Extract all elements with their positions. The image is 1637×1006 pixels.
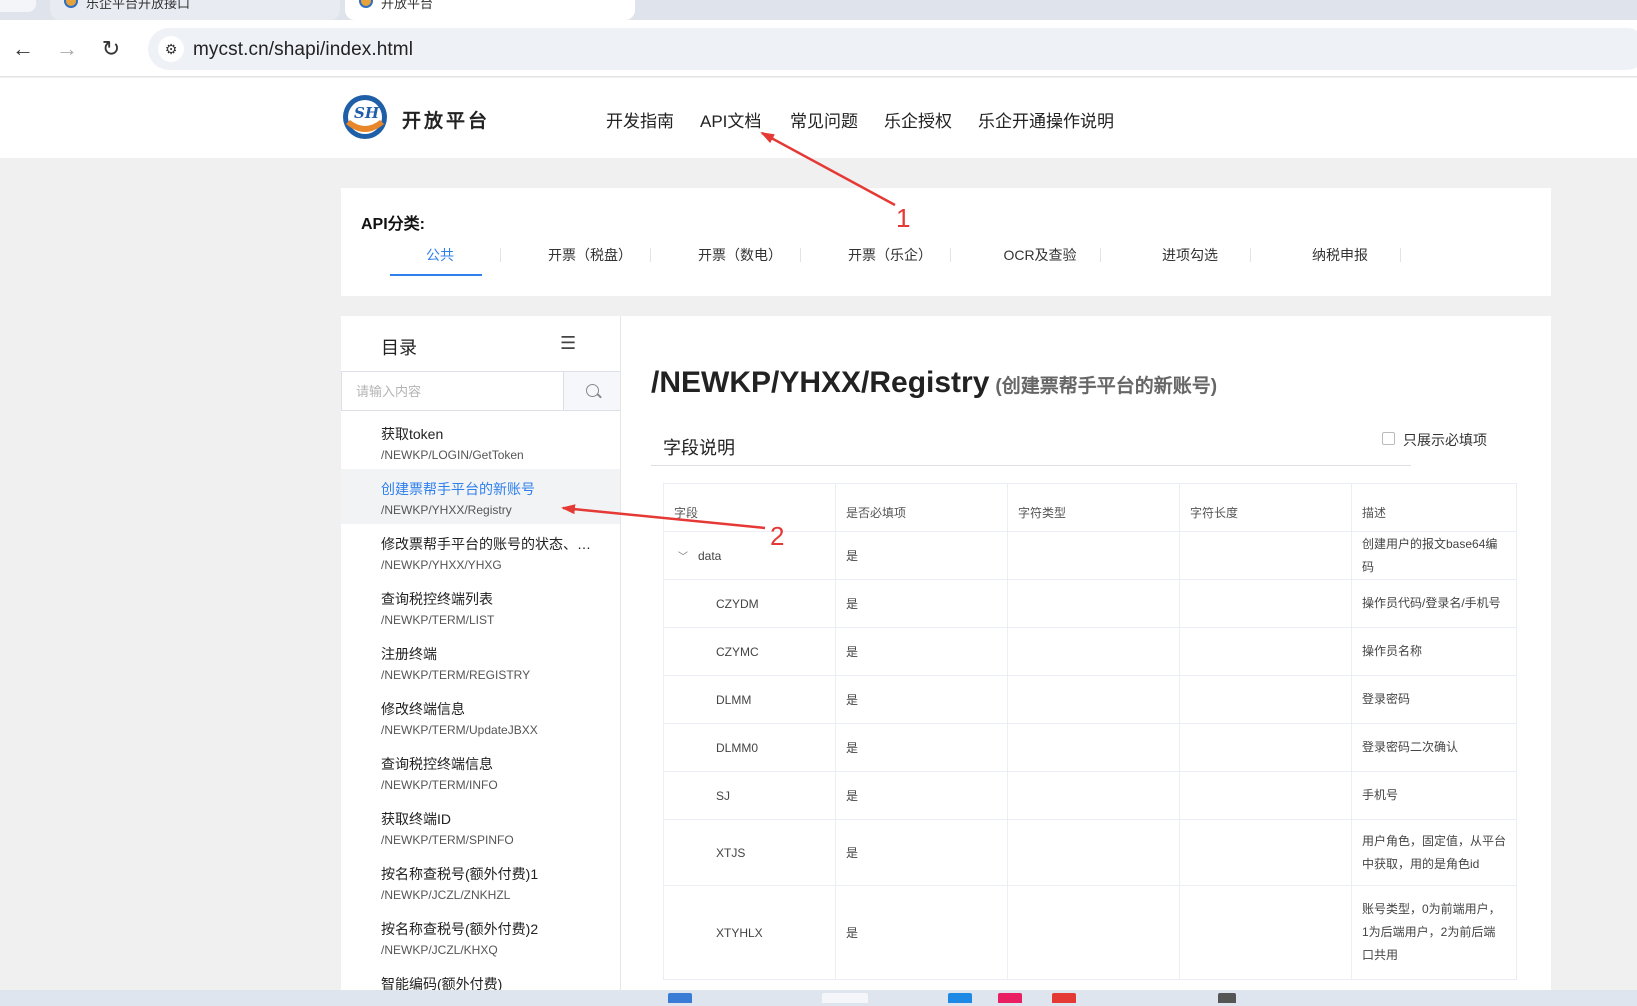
taskbar-app-icon[interactable] xyxy=(948,993,972,1003)
os-taskbar xyxy=(0,990,1637,1006)
annotation-overlay xyxy=(561,131,896,530)
taskbar-app-icon[interactable] xyxy=(668,993,692,1003)
annotation-number-1: 1 xyxy=(896,203,911,233)
taskbar-app-icon[interactable] xyxy=(998,993,1022,1003)
taskbar-app-icon[interactable] xyxy=(1052,993,1076,1003)
taskbar-app-icon[interactable] xyxy=(822,993,868,1003)
annotation-arrow-2 xyxy=(561,504,766,530)
annotation-number-2: 2 xyxy=(770,521,785,551)
taskbar-app-icon[interactable] xyxy=(1218,993,1236,1003)
annotation-arrow-1 xyxy=(760,131,896,207)
